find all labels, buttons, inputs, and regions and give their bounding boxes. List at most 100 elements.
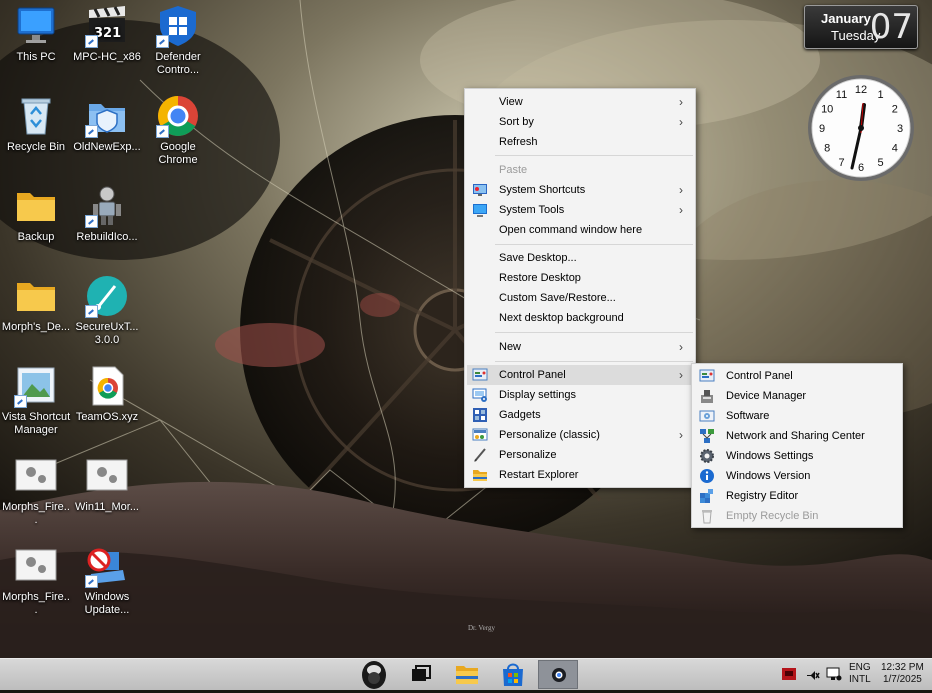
menu-item-label: Restart Explorer xyxy=(499,469,579,481)
desktop-icon-backup[interactable]: Backup xyxy=(1,184,71,244)
desktop-icon-vista-shortcut-manager[interactable]: Vista Shortcut Manager xyxy=(1,364,71,437)
tray-app-icon[interactable] xyxy=(782,667,796,681)
desktop-icon-defender-control[interactable]: Defender Contro... xyxy=(143,4,213,77)
taskbar: ENG INTL 12:32 PM 1/7/2025 xyxy=(0,658,932,690)
submenu-item-windows-settings[interactable]: Windows Settings xyxy=(694,446,900,466)
menu-item-label: Personalize xyxy=(499,449,557,461)
submenu-item-network-sharing-center[interactable]: Network and Sharing Center xyxy=(694,426,900,446)
menu-item-sort-by[interactable]: Sort by › xyxy=(467,112,693,132)
desktop-icon-morphs-de[interactable]: Morph's_De... xyxy=(1,274,71,334)
settings-file-icon xyxy=(14,544,58,588)
menu-item-label: Software xyxy=(726,410,770,422)
clock-number: 7 xyxy=(838,157,844,169)
chevron-right-icon: › xyxy=(679,428,683,442)
chevron-right-icon: › xyxy=(679,183,683,197)
desktop-icon-google-chrome[interactable]: Google Chrome xyxy=(143,94,213,167)
keyboard-layout: INTL xyxy=(849,674,871,685)
desktop-icon-label: SecureUxT... 3.0.0 xyxy=(75,321,139,346)
clock-number: 10 xyxy=(821,104,833,116)
menu-item-label: System Shortcuts xyxy=(499,184,586,196)
menu-item-label: System Tools xyxy=(499,204,565,216)
menu-item-label: New xyxy=(499,341,522,353)
desktop-icon-label: MPC-HC_x86 xyxy=(73,51,141,63)
shortcut-arrow-icon xyxy=(156,35,169,48)
calendar-gadget[interactable]: January Tuesday 07 xyxy=(804,5,918,49)
file-explorer-button[interactable] xyxy=(447,660,487,689)
desktop-icon-label: TeamOS.xyz xyxy=(75,411,139,423)
desktop-icon-win11-mor[interactable]: Win11_Mor... xyxy=(72,454,142,514)
menu-item-label: Personalize (classic) xyxy=(499,429,600,441)
taskbar-clock[interactable]: 12:32 PM 1/7/2025 xyxy=(881,662,924,686)
store-button[interactable] xyxy=(493,660,533,689)
desktop-icon-label: Backup xyxy=(17,231,55,243)
menu-item-open-command-window[interactable]: Open command window here xyxy=(467,220,693,240)
start-button[interactable] xyxy=(354,660,394,689)
shortcut-arrow-icon xyxy=(14,395,27,408)
chevron-right-icon: › xyxy=(679,115,683,129)
menu-item-save-desktop[interactable]: Save Desktop... xyxy=(467,248,693,268)
desktop-icon-this-pc[interactable]: This PC xyxy=(1,4,71,64)
desktop-icon-label: Morph's_De... xyxy=(1,321,71,333)
menu-item-gadgets[interactable]: Gadgets xyxy=(467,405,693,425)
taskbar-date: 1/7/2025 xyxy=(882,674,922,685)
shortcut-arrow-icon xyxy=(85,35,98,48)
desktop-icon-windows-update[interactable]: Windows Update... xyxy=(72,544,142,617)
chrome-icon xyxy=(156,94,200,138)
desktop-icon-rebuildico[interactable]: RebuildIco... xyxy=(72,184,142,244)
menu-item-restart-explorer[interactable]: Restart Explorer xyxy=(467,465,693,485)
desktop-icon-recycle-bin[interactable]: Recycle Bin xyxy=(1,94,71,154)
gear-icon xyxy=(699,448,715,464)
menu-item-label: Sort by xyxy=(499,116,534,128)
recycle-bin-icon xyxy=(14,94,58,138)
menu-item-refresh[interactable]: Refresh xyxy=(467,132,693,152)
control-panel-icon xyxy=(699,368,715,384)
start-orb-icon xyxy=(362,661,386,689)
menu-item-label: Paste xyxy=(499,164,528,176)
clock-number: 8 xyxy=(824,143,830,155)
submenu-item-empty-recycle-bin: Empty Recycle Bin xyxy=(694,506,900,526)
menu-item-control-panel[interactable]: Control Panel › xyxy=(467,365,693,385)
desktop-icon-mpc-hc[interactable]: 321 MPC-HC_x86 xyxy=(72,4,142,64)
chrome-taskbar-button[interactable] xyxy=(538,660,578,689)
shield-folder-icon xyxy=(85,94,129,138)
desktop-icon-morphs-fire-1[interactable]: Morphs_Fire... xyxy=(1,454,71,527)
submenu-item-software[interactable]: Software xyxy=(694,406,900,426)
menu-item-system-tools[interactable]: System Tools › xyxy=(467,200,693,220)
menu-item-display-settings[interactable]: Display settings xyxy=(467,385,693,405)
menu-item-label: Refresh xyxy=(499,136,538,148)
menu-item-system-shortcuts[interactable]: System Shortcuts › xyxy=(467,180,693,200)
desktop-icon-label: Win11_Mor... xyxy=(75,501,139,513)
clock-number: 9 xyxy=(819,123,825,135)
software-icon xyxy=(699,408,715,424)
menu-item-label: Next desktop background xyxy=(499,312,624,324)
menu-item-restore-desktop[interactable]: Restore Desktop xyxy=(467,268,693,288)
task-view-button[interactable] xyxy=(401,660,441,689)
menu-item-personalize[interactable]: Personalize xyxy=(467,445,693,465)
submenu-item-windows-version[interactable]: Windows Version xyxy=(694,466,900,486)
menu-item-view[interactable]: View › xyxy=(467,92,693,112)
menu-item-label: Custom Save/Restore... xyxy=(499,292,616,304)
menu-item-next-desktop-background[interactable]: Next desktop background xyxy=(467,308,693,328)
menu-item-label: Open command window here xyxy=(499,224,643,236)
clock-gadget[interactable]: 12 12 3 45 6 78 9 1011 xyxy=(806,73,916,183)
input-language-indicator[interactable]: ENG INTL xyxy=(849,662,871,686)
info-icon xyxy=(699,468,715,484)
brush-circle-icon xyxy=(85,274,129,318)
network-muted-icon[interactable] xyxy=(806,667,820,681)
desktop-icon-label: Recycle Bin xyxy=(6,141,66,153)
submenu-item-registry-editor[interactable]: Registry Editor xyxy=(694,486,900,506)
submenu-item-control-panel[interactable]: Control Panel xyxy=(694,366,900,386)
desktop-icon-morphs-fire-2[interactable]: Morphs_Fire... xyxy=(1,544,71,617)
menu-item-new[interactable]: New › xyxy=(467,337,693,357)
shortcut-arrow-icon xyxy=(85,215,98,228)
display-tray-icon[interactable] xyxy=(826,667,842,681)
desktop-icon-teamos[interactable]: TeamOS.xyz xyxy=(72,364,142,424)
control-panel-submenu: Control Panel Device Manager Software Ne… xyxy=(691,363,903,528)
submenu-item-device-manager[interactable]: Device Manager xyxy=(694,386,900,406)
menu-item-personalize-classic[interactable]: Personalize (classic) › xyxy=(467,425,693,445)
menu-item-custom-save-restore[interactable]: Custom Save/Restore... xyxy=(467,288,693,308)
blocked-update-icon xyxy=(85,544,129,588)
desktop-icon-secureuxtheme[interactable]: SecureUxT... 3.0.0 xyxy=(72,274,142,347)
desktop-icon-oldnewexp[interactable]: OldNewExp... xyxy=(72,94,142,154)
menu-item-label: Control Panel xyxy=(726,370,793,382)
